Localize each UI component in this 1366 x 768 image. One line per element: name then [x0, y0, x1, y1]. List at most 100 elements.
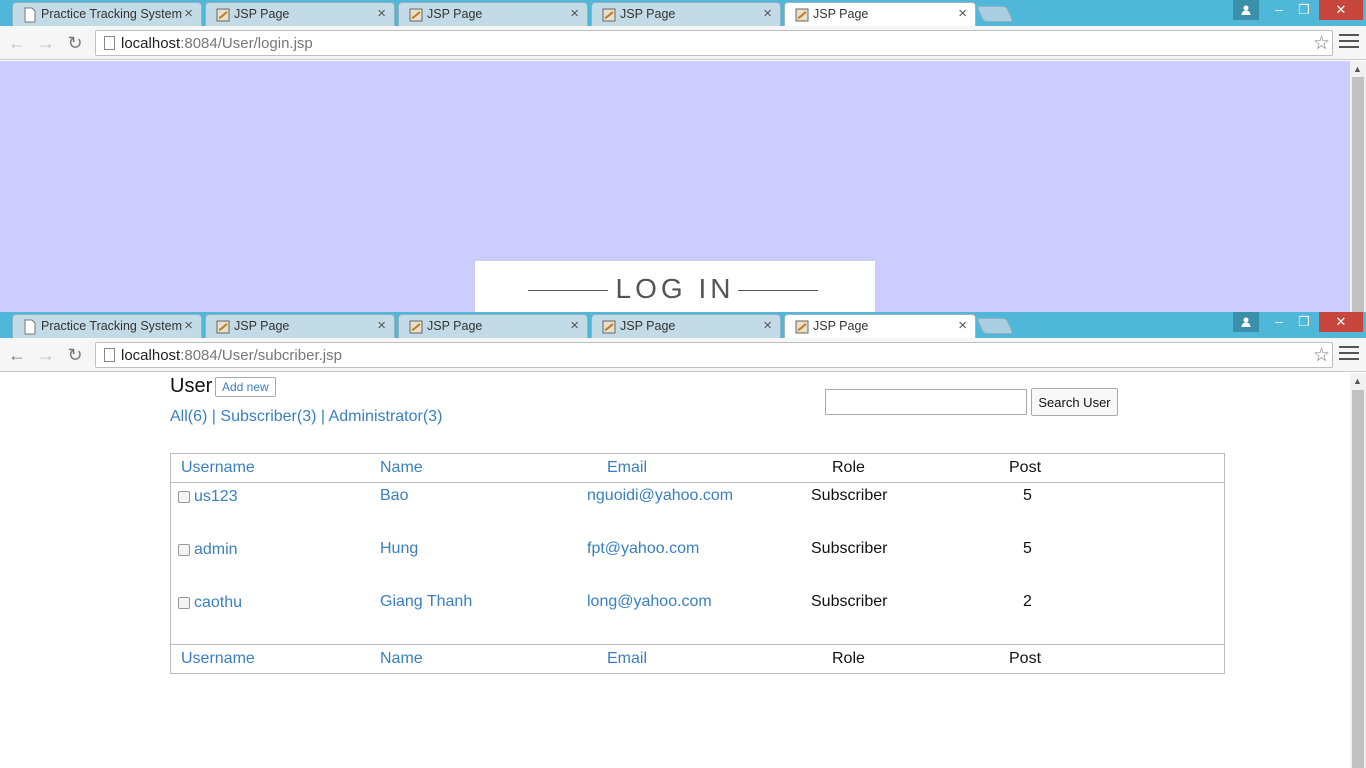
column-footer-username[interactable]: Username	[181, 650, 255, 668]
minimize-button[interactable]: –	[1266, 312, 1292, 332]
email-link[interactable]: long@yahoo.com	[587, 593, 712, 611]
bookmark-star-icon[interactable]: ☆	[1313, 32, 1330, 55]
tab-jsp-page[interactable]: JSP Page ×	[398, 2, 588, 26]
tab-close-icon[interactable]: ×	[377, 317, 386, 335]
restore-button[interactable]: ❐	[1291, 0, 1317, 20]
tab-close-icon[interactable]: ×	[958, 5, 967, 23]
reload-icon[interactable]: ↻	[64, 344, 86, 366]
tab-title: Practice Tracking System	[41, 319, 183, 333]
menu-icon[interactable]	[1339, 346, 1359, 364]
name-link[interactable]: Bao	[380, 487, 408, 505]
tab-practice-tracking[interactable]: Practice Tracking System ×	[12, 2, 202, 26]
forward-arrow-icon[interactable]: →	[35, 344, 57, 366]
new-tab-button[interactable]	[976, 318, 1014, 334]
search-user-button[interactable]: Search User	[1031, 388, 1118, 416]
scroll-up-icon[interactable]: ▲	[1353, 64, 1362, 74]
tab-close-icon[interactable]: ×	[763, 317, 772, 335]
menu-icon[interactable]	[1339, 34, 1359, 52]
tab-title: Practice Tracking System	[41, 7, 183, 21]
vertical-scrollbar[interactable]: ▲	[1350, 61, 1366, 312]
divider	[738, 290, 818, 291]
role-cell: Subscriber	[811, 487, 888, 504]
filter-subscriber-link[interactable]: Subscriber(3)	[220, 408, 316, 425]
login-title: LOG IN	[615, 273, 735, 304]
table-row: us123 Bao nguoidi@yahoo.com Subscriber 5	[171, 487, 1224, 540]
column-footer-name[interactable]: Name	[380, 650, 423, 668]
username-link[interactable]: us123	[194, 488, 238, 506]
browser-toolbar: ← → ↻ localhost:8084/User/subcriber.jsp …	[0, 338, 1366, 372]
browser-window-login: Practice Tracking System × JSP Page × JS…	[0, 0, 1366, 312]
address-bar[interactable]: localhost:8084/User/login.jsp ☆	[95, 30, 1333, 56]
minimize-button[interactable]: –	[1266, 0, 1292, 20]
tab-jsp-page[interactable]: JSP Page ×	[205, 314, 395, 338]
tab-title: JSP Page	[813, 319, 869, 333]
filter-all-link[interactable]: All(6)	[170, 408, 207, 425]
tab-close-icon[interactable]: ×	[570, 5, 579, 23]
tab-close-icon[interactable]: ×	[184, 5, 193, 23]
tab-close-icon[interactable]: ×	[958, 317, 967, 335]
tab-practice-tracking[interactable]: Practice Tracking System ×	[12, 314, 202, 338]
search-input[interactable]	[825, 389, 1027, 415]
page-icon	[104, 348, 115, 362]
column-footer-email[interactable]: Email	[607, 650, 647, 668]
column-header-email[interactable]: Email	[607, 459, 647, 477]
tab-title: JSP Page	[234, 7, 290, 21]
back-arrow-icon[interactable]: ←	[6, 32, 28, 54]
row-checkbox[interactable]	[178, 491, 190, 503]
reload-icon[interactable]: ↻	[64, 32, 86, 54]
row-checkbox[interactable]	[178, 544, 190, 556]
username-link[interactable]: admin	[194, 541, 238, 559]
address-bar[interactable]: localhost:8084/User/subcriber.jsp ☆	[95, 342, 1333, 368]
bookmark-star-icon[interactable]: ☆	[1313, 344, 1330, 367]
tab-jsp-page-active[interactable]: JSP Page ×	[784, 314, 976, 338]
url-text: localhost:8084/User/subcriber.jsp	[121, 347, 342, 364]
email-link[interactable]: fpt@yahoo.com	[587, 540, 699, 558]
vertical-scrollbar[interactable]: ▲	[1350, 373, 1366, 768]
forward-arrow-icon[interactable]: →	[35, 32, 57, 54]
tab-title: JSP Page	[620, 319, 676, 333]
back-arrow-icon[interactable]: ←	[6, 344, 28, 366]
scroll-up-icon[interactable]: ▲	[1353, 376, 1362, 386]
user-table: Username Name Email Role Post us123 Bao …	[170, 453, 1225, 674]
scrollbar-thumb[interactable]	[1352, 77, 1364, 312]
tab-jsp-page[interactable]: JSP Page ×	[205, 2, 395, 26]
tab-title: JSP Page	[620, 7, 676, 21]
email-link[interactable]: nguoidi@yahoo.com	[587, 487, 733, 505]
restore-button[interactable]: ❐	[1291, 312, 1317, 332]
column-header-name[interactable]: Name	[380, 459, 423, 477]
tab-close-icon[interactable]: ×	[763, 5, 772, 23]
tab-title: JSP Page	[427, 7, 483, 21]
tab-jsp-page[interactable]: JSP Page ×	[398, 314, 588, 338]
filter-administrator-link[interactable]: Administrator(3)	[329, 408, 443, 425]
table-footer: Username Name Email Role Post	[171, 644, 1224, 673]
column-footer-role: Role	[832, 650, 865, 667]
name-link[interactable]: Giang Thanh	[380, 593, 472, 611]
java-icon	[795, 8, 809, 22]
role-cell: Subscriber	[811, 593, 888, 610]
table-row: admin Hung fpt@yahoo.com Subscriber 5	[171, 540, 1224, 593]
add-new-button[interactable]: Add new	[215, 377, 276, 397]
tab-close-icon[interactable]: ×	[184, 317, 193, 335]
post-count: 2	[1023, 593, 1032, 610]
profile-icon[interactable]	[1233, 0, 1259, 20]
tab-jsp-page[interactable]: JSP Page ×	[591, 314, 781, 338]
tab-close-icon[interactable]: ×	[377, 5, 386, 23]
tab-close-icon[interactable]: ×	[570, 317, 579, 335]
profile-icon[interactable]	[1233, 312, 1259, 332]
scrollbar-thumb[interactable]	[1352, 390, 1364, 768]
username-link[interactable]: caothu	[194, 594, 242, 612]
java-icon	[409, 8, 423, 22]
column-header-role: Role	[832, 459, 865, 476]
tab-jsp-page[interactable]: JSP Page ×	[591, 2, 781, 26]
new-tab-button[interactable]	[976, 6, 1014, 22]
role-cell: Subscriber	[811, 540, 888, 557]
page-title: User	[170, 375, 213, 397]
url-text: localhost:8084/User/login.jsp	[121, 35, 313, 52]
close-window-button[interactable]: ✕	[1319, 0, 1363, 20]
close-window-button[interactable]: ✕	[1319, 312, 1363, 332]
tab-jsp-page-active[interactable]: JSP Page ×	[784, 2, 976, 26]
row-checkbox[interactable]	[178, 597, 190, 609]
name-link[interactable]: Hung	[380, 540, 418, 558]
table-row: caothu Giang Thanh long@yahoo.com Subscr…	[171, 593, 1224, 646]
column-header-username[interactable]: Username	[181, 459, 255, 477]
